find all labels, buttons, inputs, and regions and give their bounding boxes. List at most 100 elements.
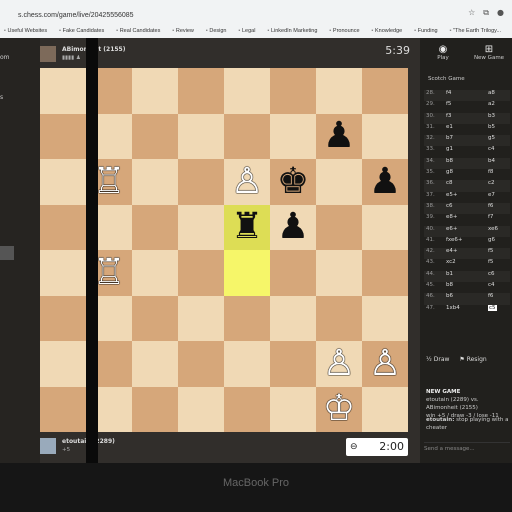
white-move[interactable]: c6	[446, 203, 453, 209]
black-move[interactable]: g5	[488, 135, 495, 141]
chat-input[interactable]: Send a message...	[424, 442, 510, 452]
chess-piece[interactable]: ♜	[231, 209, 263, 245]
black-move[interactable]: a2	[488, 101, 495, 107]
board-square[interactable]	[132, 113, 178, 159]
board-square[interactable]	[362, 204, 408, 250]
board-square[interactable]	[40, 386, 86, 432]
chess-piece[interactable]: ♟	[277, 209, 309, 245]
board-square[interactable]	[316, 159, 362, 205]
white-move[interactable]: xc2	[446, 259, 456, 265]
board-square[interactable]	[178, 341, 224, 387]
board-square[interactable]	[40, 341, 86, 387]
board-square[interactable]	[362, 295, 408, 341]
address-bar[interactable]: s.chess.com/game/live/20425556085	[18, 12, 134, 19]
draw-button[interactable]: ½ Draw	[426, 356, 449, 363]
black-move[interactable]: c5	[488, 304, 497, 311]
board-square[interactable]	[132, 386, 178, 432]
resign-button[interactable]: ⚑ Resign	[459, 356, 486, 363]
chess-piece[interactable]: ♚	[277, 163, 309, 200]
board-square[interactable]	[40, 113, 86, 159]
board-square[interactable]: ♙	[316, 341, 362, 387]
board-square[interactable]	[132, 250, 178, 296]
black-move[interactable]: e7	[488, 192, 495, 198]
board-square[interactable]	[316, 204, 362, 250]
black-move[interactable]: b4	[488, 158, 495, 164]
extensions-icon[interactable]: ⧉	[483, 8, 489, 18]
board-square[interactable]	[178, 113, 224, 159]
board-square[interactable]: ♟	[362, 159, 408, 205]
bookmark-item[interactable]: Pronounce	[329, 28, 360, 34]
star-icon[interactable]: ☆	[468, 8, 475, 18]
black-move[interactable]: b3	[488, 113, 495, 119]
board-square[interactable]	[178, 68, 224, 114]
black-move[interactable]: f8	[488, 169, 493, 175]
board-square[interactable]: ♟	[270, 204, 316, 250]
board-square[interactable]	[270, 113, 316, 159]
white-move[interactable]: fxe6+	[446, 237, 463, 243]
white-move[interactable]: b1	[446, 271, 453, 277]
black-move[interactable]: a8	[488, 90, 495, 96]
black-move[interactable]: c6	[488, 271, 495, 277]
board-square[interactable]	[270, 386, 316, 432]
white-move[interactable]: e8+	[446, 214, 458, 220]
board-square[interactable]	[224, 386, 270, 432]
bookmark-item[interactable]: "The Earth Trilogy...	[450, 28, 501, 34]
board-square[interactable]	[316, 295, 362, 341]
black-move[interactable]: c4	[488, 146, 495, 152]
board-square[interactable]	[132, 341, 178, 387]
black-move[interactable]: c4	[488, 282, 495, 288]
avatar[interactable]	[40, 46, 56, 62]
board-square[interactable]	[362, 386, 408, 432]
black-move[interactable]: f7	[488, 214, 493, 220]
white-move[interactable]: f4	[446, 90, 451, 96]
board-square[interactable]: ♜	[224, 204, 270, 250]
board-square[interactable]: ♙	[224, 159, 270, 205]
board-square[interactable]	[132, 295, 178, 341]
board-square[interactable]	[40, 204, 86, 250]
white-move[interactable]: b7	[446, 135, 453, 141]
board-square[interactable]	[40, 295, 86, 341]
black-move[interactable]: g6	[488, 237, 495, 243]
board-square[interactable]	[178, 250, 224, 296]
board-square[interactable]: ♙	[362, 341, 408, 387]
bookmark-item[interactable]: Knowledge	[372, 28, 402, 34]
chess-piece[interactable]: ♙	[231, 163, 263, 200]
board-square[interactable]: ♔	[316, 386, 362, 432]
tab-play[interactable]: ◉ Play	[420, 44, 466, 61]
tab-new-game[interactable]: ⊞ New Game	[466, 44, 512, 61]
white-move[interactable]: b8	[446, 282, 453, 288]
board-square[interactable]	[224, 341, 270, 387]
white-move[interactable]: 1xb4	[446, 305, 460, 311]
board-square[interactable]	[132, 159, 178, 205]
bookmark-item[interactable]: LinkedIn Marketing	[267, 28, 317, 34]
white-move[interactable]: g8	[446, 169, 453, 175]
board-square[interactable]	[316, 68, 362, 114]
white-move[interactable]: g1	[446, 146, 453, 152]
board-square[interactable]	[224, 295, 270, 341]
board-square[interactable]	[362, 68, 408, 114]
black-move[interactable]: f5	[488, 259, 493, 265]
board-square[interactable]	[270, 250, 316, 296]
board-square[interactable]	[224, 113, 270, 159]
black-move[interactable]: f6	[488, 203, 493, 209]
black-move[interactable]: f6	[488, 293, 493, 299]
board-square[interactable]	[178, 386, 224, 432]
black-move[interactable]: f5	[488, 248, 493, 254]
board-square[interactable]	[270, 341, 316, 387]
board-square[interactable]	[224, 250, 270, 296]
white-move[interactable]: b6	[446, 293, 453, 299]
white-move[interactable]: c8	[446, 180, 453, 186]
board-square[interactable]	[178, 204, 224, 250]
nav-item[interactable]: om	[0, 54, 10, 61]
board-square[interactable]	[40, 159, 86, 205]
black-move[interactable]: b5	[488, 124, 495, 130]
white-move[interactable]: e1	[446, 124, 453, 130]
board-square[interactable]	[224, 68, 270, 114]
chess-piece[interactable]: ♟	[369, 163, 401, 200]
bookmark-item[interactable]: Funding	[414, 28, 438, 34]
board-square[interactable]	[178, 159, 224, 205]
bookmark-item[interactable]: Legal	[239, 28, 255, 34]
board-square[interactable]	[132, 68, 178, 114]
bookmark-item[interactable]: Useful Websites	[4, 28, 47, 34]
bookmark-item[interactable]: Review	[172, 28, 194, 34]
